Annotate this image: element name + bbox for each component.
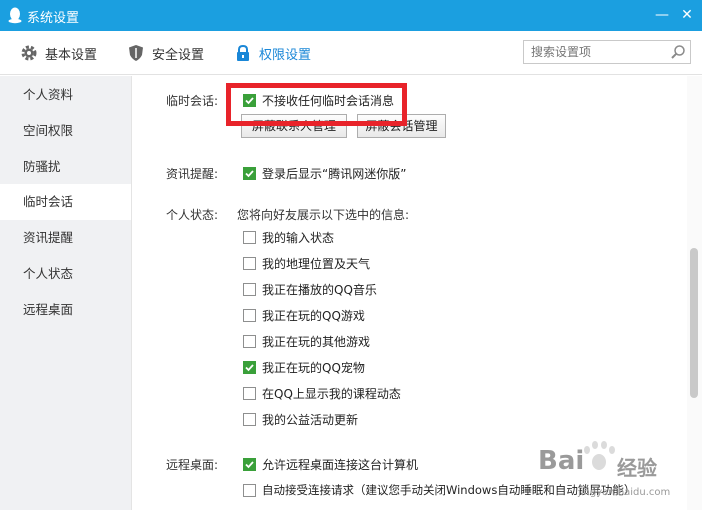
checkbox-unchecked[interactable] <box>243 256 256 270</box>
option-allow-remote-desktop[interactable]: 允许远程桌面连接这台计算机 <box>243 456 418 472</box>
checkbox-unchecked[interactable] <box>243 386 256 400</box>
watermark-url: jingyan.baidu.com <box>578 487 671 498</box>
option-show-tencent-mini[interactable]: 登录后显示“腾讯网迷你版” <box>243 165 406 181</box>
sidebar-item-news-reminder[interactable]: 资讯提醒 <box>0 220 131 256</box>
option-text: 我的地理位置及天气 <box>262 256 371 271</box>
tab-label: 基本设置 <box>45 47 98 63</box>
checkbox-unchecked[interactable] <box>243 308 256 322</box>
sidebar-item-remote-desktop[interactable]: 远程桌面 <box>0 292 131 328</box>
option-text: 允许远程桌面连接这台计算机 <box>262 457 419 472</box>
search-icon[interactable] <box>670 44 686 60</box>
settings-toolbar: 基本设置 安全设置 权限设置 <box>0 31 702 75</box>
checkbox-unchecked[interactable] <box>243 282 256 296</box>
checkbox-checked[interactable] <box>243 166 256 180</box>
option-text: 我正在玩的QQ宠物 <box>262 360 365 375</box>
checkbox-unchecked[interactable] <box>243 483 256 497</box>
checkbox-checked[interactable] <box>243 457 256 471</box>
sidebar-item-temp-session[interactable]: 临时会话 <box>0 184 131 220</box>
watermark-brand: Bai <box>538 446 585 476</box>
checkbox-unchecked[interactable] <box>243 230 256 244</box>
personal-status-label: 个人状态: <box>166 208 219 222</box>
lock-icon <box>237 44 249 61</box>
gear-icon <box>21 45 37 61</box>
block-contacts-manage-button[interactable]: 屏蔽联系人管理 <box>241 114 347 138</box>
option-charity-updates[interactable]: 我的公益活动更新 <box>243 411 358 427</box>
option-typing-status[interactable]: 我的输入状态 <box>243 229 334 245</box>
checkbox-unchecked[interactable] <box>243 334 256 348</box>
tab-permission-settings[interactable]: 权限设置 <box>234 43 311 63</box>
tab-label: 安全设置 <box>152 47 205 63</box>
option-text: 我的公益活动更新 <box>262 412 359 427</box>
option-text: 我正在玩的其他游戏 <box>262 334 371 349</box>
option-text: 我的输入状态 <box>262 230 335 245</box>
personal-status-intro: 您将向好友展示以下选中的信息: <box>237 208 410 222</box>
check-icon <box>244 167 255 179</box>
minimize-button[interactable]: — <box>653 6 671 24</box>
search-box[interactable] <box>523 40 691 64</box>
sidebar-item-anti-harassment[interactable]: 防骚扰 <box>0 149 131 185</box>
sidebar: 个人资料 空间权限 防骚扰 临时会话 资讯提醒 个人状态 远程桌面 <box>0 76 132 510</box>
option-other-games[interactable]: 我正在玩的其他游戏 <box>243 333 370 349</box>
check-icon <box>244 361 255 373</box>
title-bar: 系统设置 — ✕ <box>0 0 702 31</box>
option-text: 我正在玩的QQ游戏 <box>262 308 365 323</box>
option-qq-pet[interactable]: 我正在玩的QQ宠物 <box>243 359 365 375</box>
temp-session-label: 临时会话: <box>166 94 219 108</box>
option-qq-music[interactable]: 我正在播放的QQ音乐 <box>243 281 377 297</box>
shield-icon <box>129 45 143 61</box>
option-text: 不接收任何临时会话消息 <box>262 93 395 108</box>
block-sessions-manage-button[interactable]: 屏蔽会话管理 <box>357 114 446 138</box>
tab-label: 权限设置 <box>259 47 312 63</box>
scrollbar-thumb[interactable] <box>690 248 698 398</box>
remote-desktop-label: 远程桌面: <box>166 458 219 472</box>
option-text: 在QQ上显示我的课程动态 <box>262 386 401 401</box>
tab-basic-settings[interactable]: 基本设置 <box>20 43 97 63</box>
qq-penguin-icon <box>8 7 22 24</box>
tab-security-settings[interactable]: 安全设置 <box>127 43 204 63</box>
check-icon <box>244 94 255 106</box>
check-icon <box>244 458 255 470</box>
checkbox-checked[interactable] <box>243 360 256 374</box>
option-location-weather[interactable]: 我的地理位置及天气 <box>243 255 370 271</box>
option-text: 我正在播放的QQ音乐 <box>262 282 377 297</box>
search-input[interactable] <box>524 41 664 63</box>
option-course-updates[interactable]: 在QQ上显示我的课程动态 <box>243 385 401 401</box>
checkbox-unchecked[interactable] <box>243 412 256 426</box>
window-title: 系统设置 <box>27 11 80 26</box>
option-qq-game[interactable]: 我正在玩的QQ游戏 <box>243 307 365 323</box>
sidebar-item-personal-status[interactable]: 个人状态 <box>0 256 131 292</box>
option-reject-temp-sessions[interactable]: 不接收任何临时会话消息 <box>243 92 394 108</box>
watermark-brand-suffix: 经验 <box>617 456 657 480</box>
option-text: 登录后显示“腾讯网迷你版” <box>262 166 407 181</box>
close-button[interactable]: ✕ <box>678 6 696 24</box>
checkbox-checked[interactable] <box>243 93 256 107</box>
news-reminder-label: 资讯提醒: <box>166 167 219 181</box>
sidebar-item-profile[interactable]: 个人资料 <box>0 77 131 113</box>
sidebar-item-space-permission[interactable]: 空间权限 <box>0 113 131 149</box>
